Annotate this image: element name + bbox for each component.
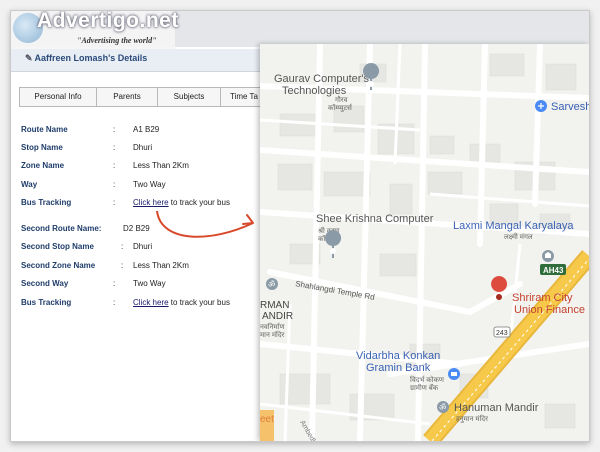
screenshot-frame: Advertigo.net "Advertising the world" ✎ A… [10, 10, 590, 442]
annotation-arrow [156, 210, 254, 238]
arrow-head-icon [242, 214, 254, 225]
